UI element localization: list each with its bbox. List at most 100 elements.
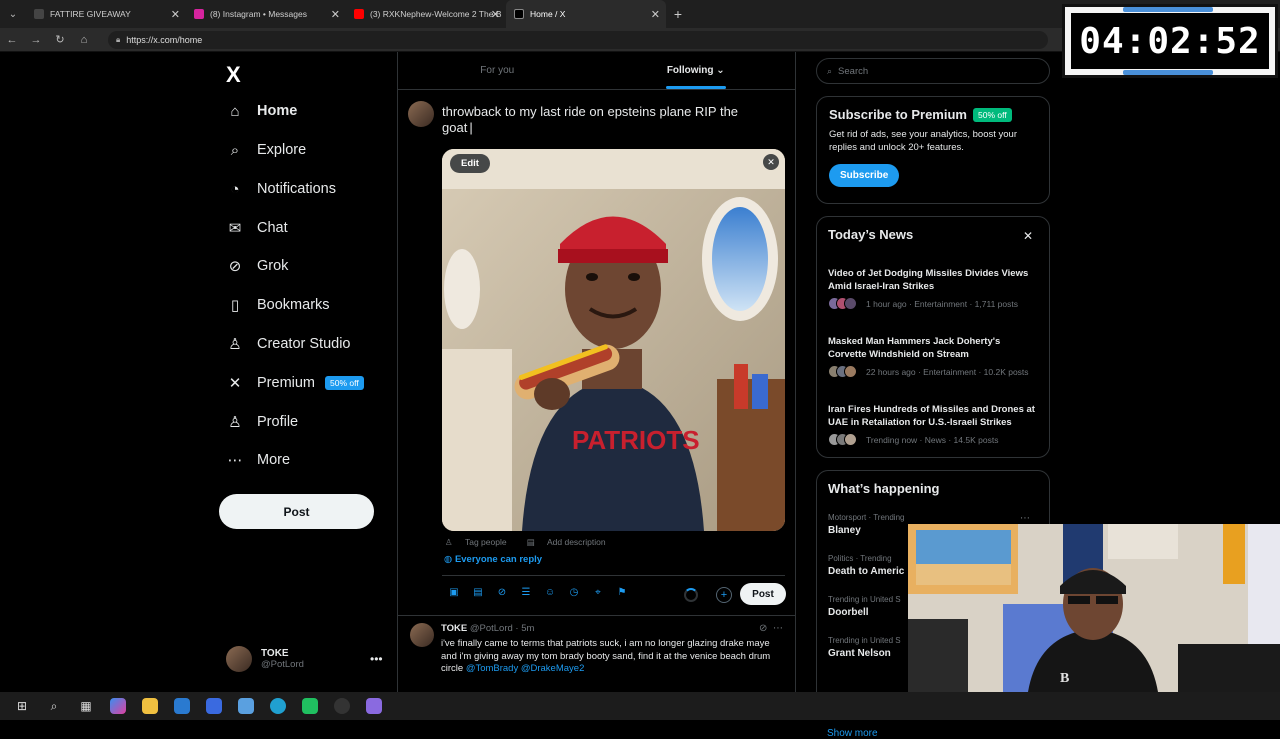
tab-close-icon[interactable]: ✕	[651, 8, 660, 21]
sidebar-item-profile[interactable]: ♙ Profile	[226, 408, 298, 436]
add-description-link[interactable]: ▤ Add description	[527, 537, 616, 548]
refresh-icon[interactable]: ↻	[48, 33, 72, 46]
happening-title: What’s happening	[828, 481, 940, 496]
tab-close-icon[interactable]: ✕	[171, 8, 180, 21]
sidebar-item-explore[interactable]: ⌕ Explore	[226, 136, 306, 164]
x-premium-icon: ✕	[228, 375, 242, 392]
person-icon: ♙	[228, 414, 242, 431]
timer-display: 04:02:52	[1071, 13, 1269, 69]
grok-icon[interactable]: ⊘	[490, 587, 514, 598]
avatar-stack	[828, 297, 858, 310]
mail-icon: ✉	[228, 220, 242, 237]
search-placeholder: Search	[838, 65, 869, 77]
sidebar-item-home[interactable]: ⌂ Home	[226, 97, 297, 125]
search-input[interactable]: ⌕ Search	[816, 58, 1050, 84]
grok-icon[interactable]: ⊘	[759, 623, 767, 634]
tab-for-you[interactable]: For you	[398, 52, 597, 89]
tab-close-icon[interactable]: ✕	[491, 8, 500, 21]
person-icon: ♙	[445, 537, 455, 547]
edit-media-button[interactable]: Edit	[450, 154, 490, 173]
flag-icon[interactable]: ⚑	[610, 587, 634, 598]
compose-textarea[interactable]: throwback to my last ride on epsteins pl…	[442, 104, 772, 136]
schedule-icon[interactable]: ◷	[562, 587, 586, 598]
more-icon[interactable]: ⋯	[773, 623, 783, 634]
remove-media-close-icon[interactable]: ✕	[763, 154, 779, 170]
gif-icon[interactable]: ▤	[466, 587, 490, 598]
lock-icon: 🔒︎	[116, 34, 121, 44]
account-switcher[interactable]: TOKE @PotLord	[226, 646, 304, 672]
store-icon[interactable]	[198, 692, 230, 720]
subscribe-button[interactable]: Subscribe	[829, 164, 900, 187]
bookmark-icon: ▯	[230, 297, 240, 314]
back-arrow-icon[interactable]: ←	[0, 34, 24, 46]
image-icon[interactable]: ▣	[442, 587, 466, 598]
news-item[interactable]: Iran Fires Hundreds of Missiles and Dron…	[828, 403, 1040, 446]
sidebar-item-more[interactable]: ⋯ More	[226, 446, 291, 474]
search-icon: ⌕	[827, 65, 833, 76]
grok-icon: ⊘	[228, 258, 242, 275]
youtube-favicon-icon	[354, 9, 364, 19]
tab-close-icon[interactable]: ✕	[331, 8, 340, 21]
sidebar-item-label: Grok	[257, 258, 289, 274]
sidebar-item-label: Home	[257, 103, 298, 119]
creator-studio-icon: ♙	[228, 336, 242, 353]
reply-setting-button[interactable]: ◍ Everyone can reply	[444, 554, 542, 565]
app-icon[interactable]	[230, 692, 262, 720]
sidebar-item-bookmarks[interactable]: ▯ Bookmarks	[226, 291, 330, 319]
more-icon[interactable]: ⋯	[1020, 513, 1030, 524]
tab-following[interactable]: Following ⌄	[597, 52, 796, 89]
tag-people-link[interactable]: ♙ Tag people	[445, 537, 517, 548]
copilot-icon[interactable]	[102, 692, 134, 720]
forward-arrow-icon[interactable]: →	[24, 34, 48, 46]
app-icon[interactable]	[294, 692, 326, 720]
task-view-icon[interactable]: ▦	[70, 692, 102, 720]
browser-tab[interactable]: (8) Instagram • Messages ✕	[186, 0, 346, 28]
avatar-stack	[828, 365, 858, 378]
windows-start-icon[interactable]: ⊞	[6, 692, 38, 720]
sidebar-item-label: Bookmarks	[257, 297, 330, 313]
tweet-mentions[interactable]: @TomBrady @DrakeMaye2	[466, 663, 585, 674]
main-timeline: For you Following ⌄ throwback to my last…	[397, 52, 796, 692]
browser-tab[interactable]: (3) RXKNephew-Welcome 2 The B ✕	[346, 0, 506, 28]
attached-image[interactable]: PATRIOTS Edit ✕	[442, 149, 785, 531]
show-more-link[interactable]: Show more	[827, 728, 878, 739]
compose-toolbar: ▣ ▤ ⊘ ☰ ☺ ◷ ⌖ ⚑	[442, 587, 634, 598]
emoji-icon[interactable]: ☺	[538, 587, 562, 598]
divider	[442, 575, 785, 576]
compose-post-button[interactable]: Post	[740, 583, 786, 605]
home-icon: ⌂	[230, 102, 240, 120]
svg-text:B: B	[1060, 671, 1069, 686]
sidebar-item-notifications[interactable]: ◔ Notifications	[226, 175, 336, 203]
browser-tab[interactable]: FATTIRE GIVEAWAY ✕	[26, 0, 186, 28]
news-item[interactable]: Masked Man Hammers Jack Doherty's Corvet…	[828, 335, 1040, 378]
poll-icon[interactable]: ☰	[514, 587, 538, 598]
post-button[interactable]: Post	[219, 494, 374, 529]
close-icon[interactable]: ✕	[1023, 229, 1033, 243]
add-post-plus-icon[interactable]: +	[716, 587, 732, 603]
location-icon[interactable]: ⌖	[586, 587, 610, 598]
home-icon[interactable]: ⌂	[72, 34, 96, 46]
tab-list-chevron-icon[interactable]: ⌄	[0, 0, 26, 28]
discord-icon[interactable]	[358, 692, 390, 720]
x-logo-icon[interactable]: X	[226, 62, 241, 88]
obs-icon[interactable]	[326, 692, 358, 720]
news-item[interactable]: Video of Jet Dodging Missiles Divides Vi…	[828, 267, 1040, 310]
sidebar-item-chat[interactable]: ✉ Chat	[226, 214, 288, 242]
browser-tab-active[interactable]: Home / X ✕	[506, 0, 666, 28]
edge-browser-icon[interactable]	[262, 692, 294, 720]
sidebar-item-premium[interactable]: ✕ Premium 50% off	[226, 369, 364, 397]
url-field[interactable]: 🔒︎ https://x.com/home	[108, 30, 1048, 49]
avatar[interactable]	[410, 623, 434, 647]
tweet-author-name[interactable]: TOKE	[441, 623, 467, 634]
search-icon[interactable]: ⌕	[38, 692, 70, 720]
new-tab-plus-icon[interactable]: +	[666, 6, 690, 22]
left-sidebar: X ⌂ Home ⌕ Explore ◔ Notifications ✉ Cha…	[212, 52, 396, 692]
timer-accent-bar	[1123, 7, 1213, 12]
sidebar-item-creator-studio[interactable]: ♙ Creator Studio	[226, 330, 350, 358]
file-explorer-icon[interactable]	[134, 692, 166, 720]
char-count-ring-icon	[684, 588, 698, 602]
sidebar-item-grok[interactable]: ⊘ Grok	[226, 252, 289, 280]
x-favicon-icon	[514, 9, 524, 19]
account-more-icon[interactable]: •••	[370, 652, 383, 666]
mail-icon[interactable]	[166, 692, 198, 720]
